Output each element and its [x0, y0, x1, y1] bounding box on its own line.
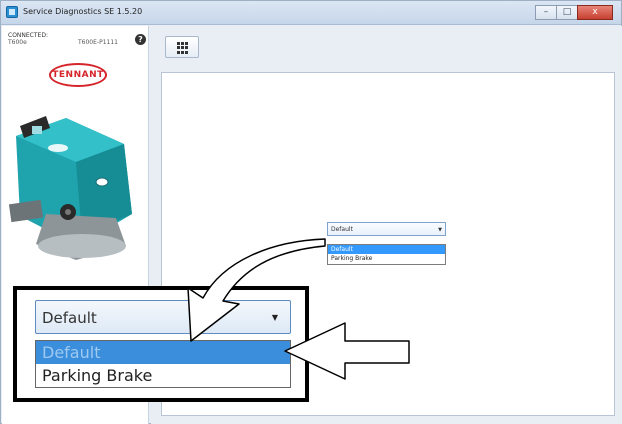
zoom-options-list: Default Parking Brake	[35, 340, 291, 388]
window-controls: – □ x	[535, 5, 613, 20]
window-title: Service Diagnostics SE 1.5.20	[23, 7, 143, 16]
mode-options-list: Default Parking Brake	[327, 244, 446, 265]
minimize-button[interactable]: –	[535, 5, 557, 20]
option-parking-brake[interactable]: Parking Brake	[328, 254, 445, 263]
close-button[interactable]: x	[577, 5, 613, 20]
connection-status: CONNECTED:	[8, 32, 48, 39]
machine-serial: T600E-P1111	[78, 39, 118, 46]
mode-select-value: Default	[331, 226, 353, 233]
option-default[interactable]: Default	[328, 245, 445, 254]
scrubber-machine-image	[8, 116, 132, 260]
menu-grid-button[interactable]	[165, 36, 199, 58]
brand-text: TENNANT	[52, 70, 104, 80]
zoom-callout: Default ▼ Default Parking Brake	[13, 286, 309, 402]
zoom-option-parking-brake: Parking Brake	[42, 366, 153, 385]
maximize-button[interactable]: □	[556, 5, 578, 20]
mode-select[interactable]: Default ▼	[327, 222, 446, 236]
chevron-down-icon: ▼	[271, 313, 278, 322]
help-icon[interactable]: ?	[135, 34, 146, 45]
zoom-select-value: Default	[42, 309, 97, 327]
title-bar: Service Diagnostics SE 1.5.20 – □ x	[1, 1, 621, 25]
zoom-option-default: Default	[36, 341, 290, 364]
chevron-down-icon: ▼	[438, 227, 442, 233]
app-window: Service Diagnostics SE 1.5.20 – □ x CONN…	[0, 0, 622, 424]
machine-model: T600e	[8, 39, 27, 46]
zoom-mode-select: Default ▼	[35, 300, 291, 334]
grid-menu-icon	[177, 42, 189, 54]
app-icon	[6, 6, 18, 18]
tennant-logo: TENNANT	[49, 63, 107, 87]
